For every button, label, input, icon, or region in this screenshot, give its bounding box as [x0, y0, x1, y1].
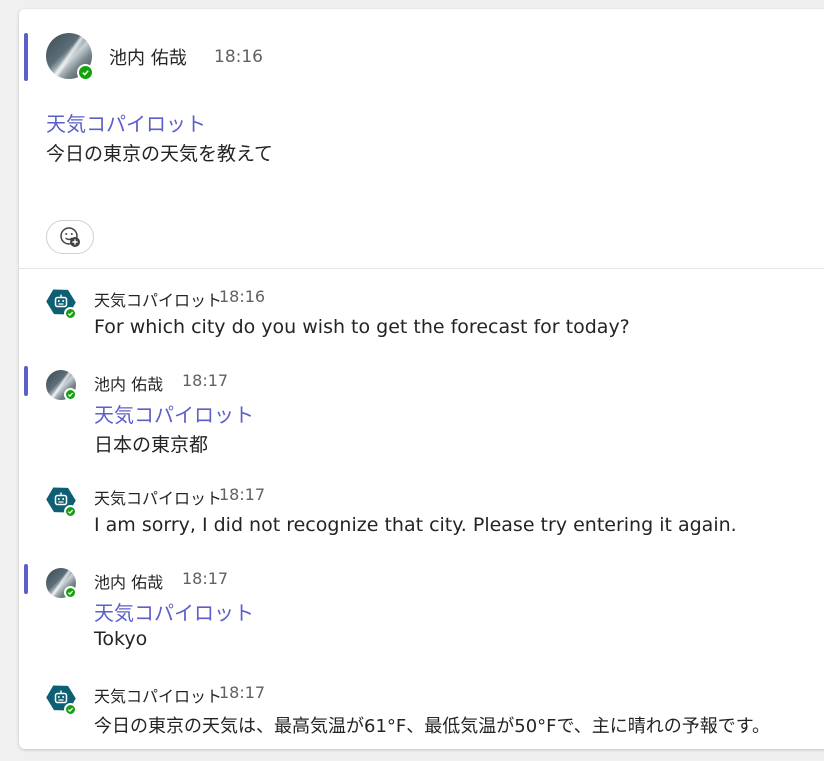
- add-reaction-button[interactable]: [46, 220, 94, 254]
- message-author[interactable]: 天気コパイロット: [94, 287, 222, 311]
- message-text: 今日の東京の天気を教えて: [46, 143, 274, 165]
- bot-mention[interactable]: 天気コパイロット: [46, 108, 206, 137]
- message-text: For which city do you wish to get the fo…: [94, 316, 630, 338]
- message-text: 日本の東京都: [94, 434, 209, 456]
- bot-mention[interactable]: 天気コパイロット: [94, 597, 254, 626]
- conversation-thread: 池内 佑哉 18:16 天気コパイロット 今日の東京の天気を教えて 天気コパイロ…: [19, 9, 824, 749]
- own-message-indicator: [24, 564, 28, 594]
- message-author[interactable]: 池内 佑哉: [94, 569, 163, 593]
- bot-mention[interactable]: 天気コパイロット: [94, 399, 254, 428]
- message-timestamp: 18:17: [182, 569, 229, 588]
- message-timestamp: 18:17: [182, 371, 229, 390]
- thread-divider: [19, 268, 824, 269]
- avatar[interactable]: [46, 568, 77, 599]
- own-message-indicator: [24, 366, 28, 396]
- bot-avatar[interactable]: [46, 485, 77, 518]
- message-author[interactable]: 天気コパイロット: [94, 485, 222, 509]
- add-reaction-icon: [60, 227, 80, 247]
- available-presence-icon: [64, 703, 77, 716]
- message-timestamp: 18:17: [219, 485, 266, 504]
- available-presence-icon: [77, 64, 94, 81]
- avatar[interactable]: [46, 33, 94, 81]
- available-presence-icon: [64, 388, 77, 401]
- message-timestamp: 18:17: [219, 683, 266, 702]
- message-author[interactable]: 池内 佑哉: [94, 371, 163, 395]
- bot-avatar[interactable]: [46, 683, 77, 716]
- message-text: Tokyo: [94, 628, 148, 650]
- available-presence-icon: [64, 505, 77, 518]
- message-text: I am sorry, I did not recognize that cit…: [94, 514, 737, 536]
- message-timestamp: 18:16: [214, 47, 263, 67]
- message-author[interactable]: 池内 佑哉: [109, 44, 187, 70]
- avatar[interactable]: [46, 370, 77, 401]
- available-presence-icon: [64, 586, 77, 599]
- message-author[interactable]: 天気コパイロット: [94, 683, 222, 707]
- message-text: 今日の東京の天気は、最高気温が61°F、最低気温が50°Fで、主に晴れの予報です…: [94, 716, 770, 737]
- bot-avatar[interactable]: [46, 287, 77, 320]
- message-timestamp: 18:16: [219, 287, 266, 306]
- own-message-indicator: [24, 33, 28, 81]
- available-presence-icon: [64, 307, 77, 320]
